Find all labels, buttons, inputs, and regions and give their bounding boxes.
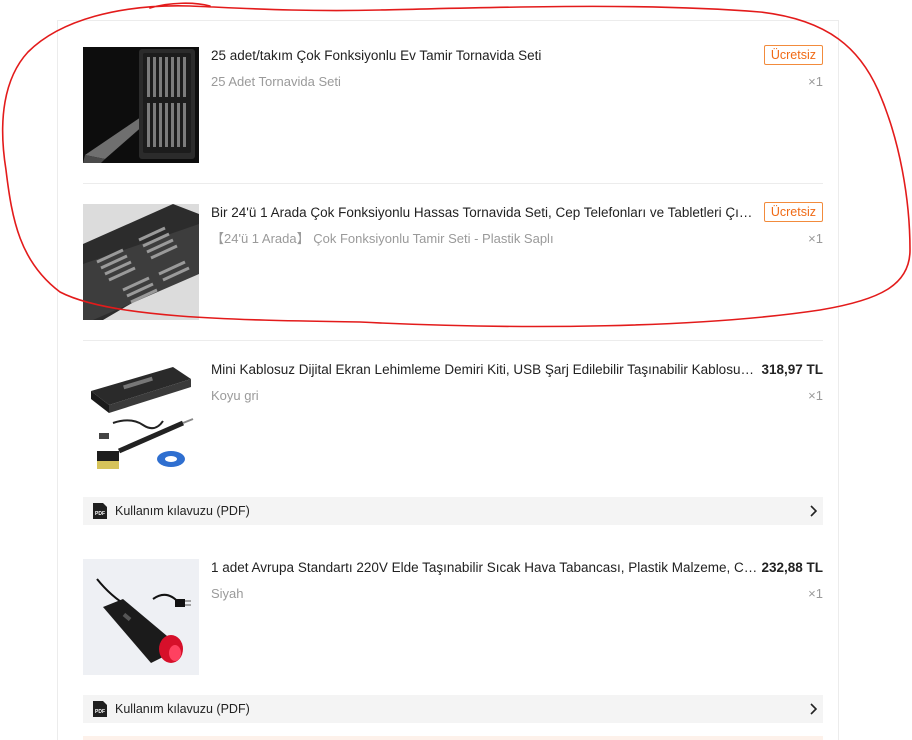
product-title[interactable]: 25 adet/takım Çok Fonksiyonlu Ev Tamir T… [211,47,759,65]
product-variant: Siyah [211,586,244,601]
product-title[interactable]: 1 adet Avrupa Standartı 220V Elde Taşına… [211,559,759,577]
product-price: 232,88 TL [761,560,823,575]
product-price: 318,97 TL [761,362,823,377]
product-image-heat-gun[interactable] [83,559,199,675]
order-details-page: 25 adet/takım Çok Fonksiyonlu Ev Tamir T… [0,0,912,740]
order-item[interactable]: Mini Kablosuz Dijital Ekran Lehimleme De… [83,361,823,477]
pdf-file-icon: PDF [93,701,107,717]
quantity-label: ×1 [808,586,823,601]
user-manual-label: Kullanım kılavuzu (PDF) [115,504,250,518]
order-item[interactable]: 1 adet Avrupa Standartı 220V Elde Taşına… [83,559,823,675]
item-divider [83,183,823,184]
chevron-right-icon [809,702,818,715]
product-image-soldering-iron-kit[interactable] [83,361,199,477]
user-manual-label: Kullanım kılavuzu (PDF) [115,702,250,716]
quantity-label: ×1 [808,388,823,403]
product-variant: 25 Adet Tornavida Seti [211,74,341,89]
quantity-label: ×1 [808,231,823,246]
product-title[interactable]: Bir 24'ü 1 Arada Çok Fonksiyonlu Hassas … [211,204,759,222]
order-item[interactable]: 25 adet/takım Çok Fonksiyonlu Ev Tamir T… [83,45,823,163]
product-image-precision-screwdriver-set[interactable] [83,204,199,320]
item-divider [83,340,823,341]
product-title[interactable]: Mini Kablosuz Dijital Ekran Lehimleme De… [211,361,759,379]
product-image-screwdriver-set[interactable] [83,47,199,163]
product-variant: Koyu gri [211,388,259,403]
free-badge: Ücretsiz [763,202,823,222]
chevron-right-icon [809,504,818,517]
svg-text:PDF: PDF [95,511,105,517]
user-manual-link[interactable]: PDF Kullanım kılavuzu (PDF) [83,497,823,525]
free-badge: Ücretsiz [763,45,823,65]
order-item[interactable]: Bir 24'ü 1 Arada Çok Fonksiyonlu Hassas … [83,202,823,320]
order-items-card: 25 adet/takım Çok Fonksiyonlu Ev Tamir T… [57,20,839,740]
svg-text:PDF: PDF [95,709,105,715]
product-variant: 【24'ü 1 Arada】 Çok Fonksiyonlu Tamir Set… [211,231,554,246]
user-manual-link[interactable]: PDF Kullanım kılavuzu (PDF) [83,695,823,723]
quantity-label: ×1 [808,74,823,89]
pdf-file-icon: PDF [93,503,107,519]
next-section-edge [83,736,823,740]
